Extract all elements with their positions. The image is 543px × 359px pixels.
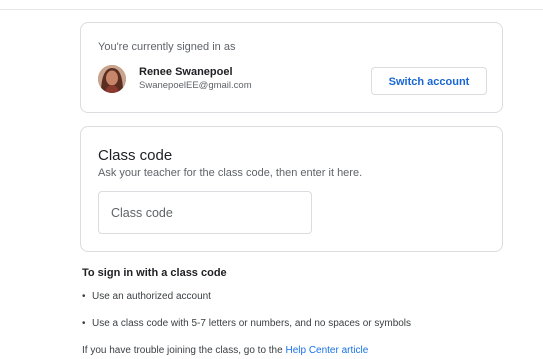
info-item-text: Use an authorized account xyxy=(92,291,211,302)
signed-in-label: You're currently signed in as xyxy=(98,41,236,53)
info-list-item: • Use a class code with 5-7 letters or nu… xyxy=(82,318,411,329)
account-card: You're currently signed in as Renee Swan… xyxy=(80,22,503,113)
top-divider xyxy=(0,9,543,10)
help-center-link[interactable]: Help Center article xyxy=(285,345,368,356)
class-code-title: Class code xyxy=(98,147,173,164)
info-heading: To sign in with a class code xyxy=(82,267,227,279)
class-code-input[interactable] xyxy=(98,191,312,234)
avatar xyxy=(98,65,126,93)
info-list-item: • Use an authorized account xyxy=(82,291,211,302)
info-item-text: Use a class code with 5-7 letters or num… xyxy=(92,318,412,329)
class-code-instructions: Ask your teacher for the class code, the… xyxy=(98,167,363,179)
user-email: SwanepoelEE@gmail.com xyxy=(139,80,252,91)
user-photo-icon xyxy=(98,65,126,93)
help-line: If you have trouble joining the class, g… xyxy=(82,345,368,356)
bullet-icon: • xyxy=(82,318,86,329)
class-code-card: Class code Ask your teacher for the clas… xyxy=(80,126,503,252)
switch-account-button[interactable]: Switch account xyxy=(371,67,487,95)
help-prefix: If you have trouble joining the class, g… xyxy=(82,345,286,356)
user-name: Renee Swanepoel xyxy=(139,66,233,78)
bullet-icon: • xyxy=(82,291,86,302)
